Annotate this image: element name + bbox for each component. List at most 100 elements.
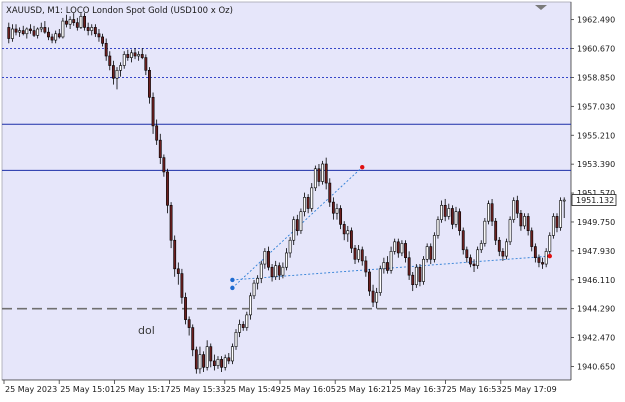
candle-body [285,252,288,268]
candle-body [371,290,375,303]
candle-body [176,268,180,274]
candle-body [97,33,101,38]
time-tick-label: 25 May 15:01 [60,385,115,394]
price-tick-label: 1960.670 [577,45,615,54]
candle-body [238,324,242,333]
candle-body [93,27,97,35]
candle-body [313,168,317,189]
candle-body [249,295,252,316]
current-price-label: 1951.132 [576,196,614,205]
candle-body [501,251,505,257]
candle-body [396,241,400,254]
price-tick-label: 1947.930 [577,247,615,256]
candle-body [137,54,141,57]
candle-body [54,33,58,41]
candle-body [10,28,14,39]
candle-body [259,263,263,279]
candle-body [530,230,534,247]
candle-body [90,27,94,31]
candle-body [288,239,292,254]
candle-body [292,219,296,241]
candle-body [418,266,422,282]
candle-body [551,216,555,236]
candle-body [447,208,451,217]
candle-body [43,27,47,33]
candle-body [375,292,379,303]
annotation-dol[interactable]: dol [138,324,155,337]
candle [505,238,508,260]
candle-body [148,69,151,98]
candle-body [39,27,43,30]
marker-3[interactable] [230,285,235,291]
candle-body [541,262,544,265]
candle-body [50,36,54,41]
candle-body [151,96,155,127]
candle-body [335,208,339,214]
candle-body [79,15,83,28]
candle-body [21,30,25,35]
candle-body [411,274,415,286]
candle-body [173,239,177,270]
candle-body [187,319,191,328]
candle-body [497,239,501,252]
candle-body [57,33,61,38]
candle [321,160,324,185]
candle-body [36,28,40,36]
candle-body [230,346,234,362]
candle-body [544,251,548,265]
candle-body [393,241,397,252]
marker-1[interactable] [360,164,365,170]
candle-body [83,15,86,28]
candle-body [61,20,65,38]
candle-body [382,262,386,270]
candle-body [436,219,440,236]
time-tick-label: 25 May 17:09 [502,385,557,394]
candle-body [523,216,526,227]
candle-body [18,30,22,33]
price-tick-label: 1942.470 [577,334,615,343]
candle-body [519,212,523,227]
candle-body [68,19,72,25]
candle-body [328,182,332,203]
candle-body [119,65,123,71]
candle [230,343,234,365]
price-tick-label: 1946.110 [577,276,615,285]
candle [422,256,425,285]
candle-body [158,139,162,158]
candle-body [194,349,198,370]
candle-body [140,54,144,58]
candle-body [212,360,216,367]
candle-body [256,278,260,284]
candle-body [429,246,433,260]
candle [432,232,436,263]
candle [436,216,440,239]
marker-2[interactable] [547,253,552,259]
candle-body [299,211,303,232]
candle [548,232,552,255]
time-tick-label: 25 May 16:21 [336,385,391,394]
candle-body [227,357,231,362]
candle [378,265,382,296]
candle-body [537,257,541,263]
candle [414,264,418,288]
candle-body [339,208,343,225]
candle-body [386,262,389,271]
price-tick-label: 1962.490 [577,16,615,25]
candle-body [245,314,249,328]
candle-body [407,257,411,276]
price-tick-label: 1940.650 [577,363,615,372]
time-tick-label: 25 May 16:37 [391,385,446,394]
price-chart[interactable]: 1962.490 1960.670 1958.850 1957.030 1955.210… [0,0,625,402]
candle-body [368,271,371,292]
time-tick-label: 25 May 16:05 [281,385,336,394]
time-tick-label: 25 May 2023 [5,385,57,394]
candle-body [508,219,512,243]
candle-body [389,251,393,271]
candle-body [342,224,346,235]
candle [559,197,563,231]
candle-body [353,247,357,260]
chart-window[interactable]: 1962.490 1960.670 1958.850 1957.030 1955.210… [0,0,625,402]
marker-4[interactable] [230,277,235,283]
candle-body [7,27,11,39]
candle [313,165,317,191]
